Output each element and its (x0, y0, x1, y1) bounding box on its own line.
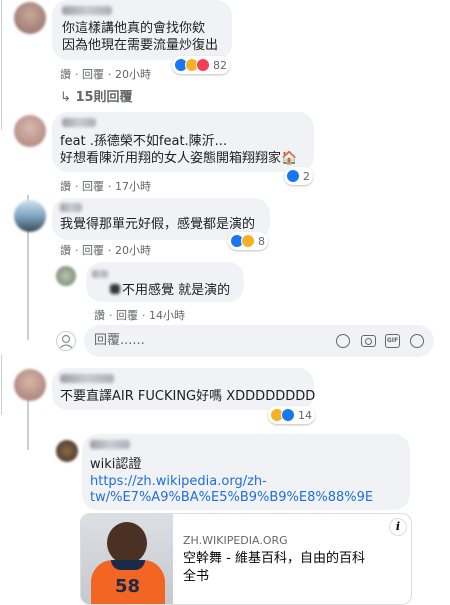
avatar[interactable] (56, 266, 76, 286)
like-link[interactable]: 讚 (60, 244, 71, 257)
reply-link[interactable]: 回覆 (116, 309, 138, 322)
like-link[interactable]: 讚 (60, 68, 71, 81)
comment-bubble: feat .孫德榮不如feat.陳沂... 好想看陳沂用翔的女人姿態開箱翔翔家🏠 (52, 112, 314, 172)
comment-text: feat .孫德榮不如feat.陳沂... (60, 134, 228, 149)
reply-text: wiki認證 (90, 457, 142, 472)
like-reaction-icon (286, 169, 300, 183)
reaction-summary[interactable]: 8 (228, 232, 268, 250)
like-link[interactable]: 讚 (60, 180, 71, 193)
thread-line (1, 0, 2, 130)
avatar[interactable] (56, 440, 78, 462)
preview-title: 全书 (183, 569, 210, 584)
comment-text: 因為他現在需要流量炒復出 (62, 38, 219, 53)
avatar[interactable] (14, 200, 46, 232)
reaction-summary[interactable]: 14 (268, 406, 315, 424)
reaction-count: 14 (298, 408, 312, 422)
like-link[interactable]: 讚 (94, 309, 105, 322)
reply-input-placeholder: 回覆...... (94, 333, 145, 348)
preview-domain: ZH.WIKIPEDIA.ORG (183, 534, 288, 547)
timestamp[interactable]: 14小時 (149, 309, 185, 322)
commenter-name[interactable] (62, 118, 96, 127)
reply-text: 不用感覺 就是演的 (122, 283, 231, 298)
reaction-summary[interactable]: 82 (172, 56, 230, 74)
like-reaction-icon (281, 408, 295, 422)
commenter-name[interactable] (60, 374, 114, 383)
camera-icon[interactable] (361, 335, 376, 347)
reply-actions: 讚 · 回覆 · 14小時 (94, 309, 185, 322)
reaction-count: 8 (258, 234, 265, 248)
haha-reaction-icon (241, 234, 255, 248)
preview-title: 空幹舞 - 維基百科，自由的百科 (183, 551, 365, 566)
avatar[interactable] (14, 115, 46, 147)
user-avatar (56, 331, 76, 351)
comment-bubble: 你這樣講他真的會找你欸 因為他現在需要流量炒復出 (52, 0, 232, 60)
thread-line (1, 355, 2, 415)
avatar[interactable] (14, 369, 46, 401)
commenter-name[interactable] (62, 6, 112, 15)
commenter-name[interactable] (60, 203, 82, 212)
sticker-icon[interactable] (410, 334, 424, 348)
timestamp[interactable]: 17小時 (115, 180, 151, 193)
reply-arrow-icon: ↳ (60, 90, 71, 105)
comment-actions: 讚 · 回覆 · 17小時 (60, 180, 151, 193)
gif-icon[interactable]: GIF (385, 334, 400, 348)
link-preview-card[interactable]: 58 ZH.WIKIPEDIA.ORG 空幹舞 - 維基百科，自由的百科 全书 … (80, 513, 412, 605)
avatar[interactable] (14, 2, 46, 34)
comment-actions: 讚 · 回覆 · 20小時 (60, 244, 151, 257)
comment-text: 你這樣講他真的會找你欸 (62, 21, 206, 36)
reply-link[interactable]: 回覆 (82, 180, 104, 193)
commenter-name[interactable] (90, 440, 130, 449)
love-reaction-icon (196, 58, 210, 72)
reply-input[interactable]: 回覆...... GIF (84, 325, 434, 357)
jersey-number: 58 (115, 576, 141, 597)
info-icon[interactable]: i (389, 518, 407, 536)
comment-text: 我覺得那單元好假，感覺都是演的 (60, 217, 256, 232)
reply-link[interactable]: 回覆 (82, 68, 104, 81)
commenter-name[interactable] (92, 270, 108, 278)
reaction-summary[interactable]: 2 (284, 167, 313, 185)
reaction-count: 2 (303, 169, 310, 183)
reply-bubble: 不用感覺 就是演的 (86, 262, 244, 302)
reply-bubble: wiki認證 https://zh.wikipedia.org/zh- tw/%… (82, 434, 410, 510)
emoji-icon[interactable] (336, 334, 350, 348)
comment-actions: 讚 · 回覆 · 20小時 (60, 68, 151, 81)
comment-text: 好想看陳沂用翔的女人姿態開箱翔翔家🏠 (60, 151, 298, 166)
preview-image: 58 (81, 514, 173, 604)
timestamp[interactable]: 20小時 (115, 68, 151, 81)
view-replies-link[interactable]: ↳ 15則回覆 (60, 86, 133, 105)
reaction-count: 82 (213, 58, 227, 72)
comment-bubble: 不要直譯AIR FUCKING好嗎 XDDDDDDDD (52, 368, 316, 410)
commenter-name[interactable] (110, 284, 120, 294)
wikipedia-link[interactable]: tw/%E7%A9%BA%E5%B9%B9%E8%88%9E (90, 489, 373, 507)
comment-text: 不要直譯AIR FUCKING好嗎 XDDDDDDDD (60, 389, 316, 404)
reply-link[interactable]: 回覆 (82, 244, 104, 257)
timestamp[interactable]: 20小時 (115, 244, 151, 257)
